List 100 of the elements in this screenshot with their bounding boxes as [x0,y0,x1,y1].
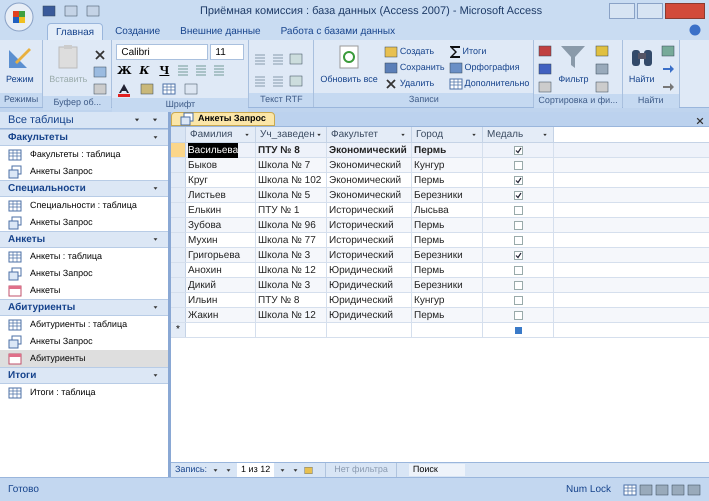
table-cell-text: Березники [414,278,463,292]
table-cell-text: Экономический [329,174,402,188]
ribbon-button[interactable]: Сохранить [384,60,445,76]
datasheet-view-icon[interactable] [623,482,637,496]
ribbon-button[interactable]: Дополнительно [448,76,530,92]
checkbox[interactable] [514,190,522,200]
table-cell-text: Лысьва [414,204,449,218]
align-left-icon[interactable] [176,63,190,77]
table-cell-text: Школа № 7 [258,158,310,172]
align-right-icon[interactable] [212,63,226,77]
checkbox[interactable] [514,160,522,170]
align-center-icon[interactable] [194,63,208,77]
table-cell-text: Юридический [329,264,393,278]
clipboard-icon [56,44,80,70]
checkmark-icon [514,252,522,258]
checkbox[interactable] [514,236,522,244]
table-cell-text: Пермь [414,264,444,278]
table-cell-text: Кунгур [414,158,444,172]
status-indicator: Num Lock [566,483,611,497]
ribbon-group-label: Сортировка и фи... [534,94,622,108]
maximize-button[interactable] [637,3,663,19]
ribbon-button[interactable]: Фильтр [556,44,591,94]
font-color-icon[interactable] [116,82,132,98]
checkbox[interactable] [514,296,522,304]
help-icon[interactable] [689,24,701,36]
ribbon-group-label: Записи [314,93,534,107]
table-icon[interactable] [8,318,22,332]
table-cell-text: Пермь [414,218,444,232]
table-cell-text: Мухин [188,234,218,248]
nav-item[interactable]: Абитуриенты [0,350,168,367]
delete-icon[interactable] [384,77,398,91]
table-icon[interactable] [8,250,22,264]
table-cell-text: Пермь [414,174,444,188]
checkbox[interactable] [514,176,522,184]
ribbon-button[interactable]: Орфография [448,60,530,76]
status-text: Готово [8,483,40,497]
gridlines-icon[interactable] [162,82,176,96]
ribbon-group-label: Буфер об... [43,96,112,110]
goto-icon[interactable] [660,62,675,76]
table-icon[interactable] [448,77,463,91]
format-button[interactable]: К [136,63,152,79]
ribbon-button[interactable]: Режим [4,44,36,84]
checkbox[interactable] [514,220,522,230]
ribbon-button[interactable]: Найти [626,44,657,94]
font-size-field[interactable]: 11 [210,44,244,60]
format-button[interactable]: Ч [156,63,172,79]
minimize-button[interactable] [609,3,635,19]
table-cell-text: Исторический [329,218,394,232]
new-row-marker: * [176,325,180,335]
search-field[interactable]: Поиск [408,464,465,476]
table-cell-text: Быков [188,158,218,172]
indent-icon[interactable] [253,52,268,66]
sigma-icon [448,45,461,59]
numbered-list-icon[interactable] [271,74,286,88]
query-icon [8,266,22,280]
checkbox[interactable] [514,250,522,260]
ribbon-tab[interactable]: Главная [47,23,104,40]
close-button[interactable] [665,3,705,19]
ribbon-button[interactable]: Создать [384,44,445,60]
table-icon[interactable] [8,148,22,162]
record-position-field[interactable]: 1 из 12 [237,463,274,477]
table-cell-text: Школа № 12 [258,308,316,322]
ribbon-tab[interactable]: Создание [107,23,168,40]
table-cell-text: Березники [414,248,463,262]
table-cell-text: Листьев [188,188,226,202]
outdent-icon[interactable] [271,52,286,66]
table-cell-text: ПТУ № 8 [258,144,300,158]
scissors-icon[interactable] [93,48,108,62]
close-icon[interactable] [695,116,705,126]
checkmark-icon [514,146,522,154]
ribbon-button[interactable]: Удалить [384,76,445,92]
checkbox[interactable] [514,206,522,214]
table-cell-text: Жакин [188,308,218,322]
format-button[interactable]: Ж [116,63,132,79]
table-cell-text: Исторический [329,234,394,248]
bullet-list-icon[interactable] [253,74,268,88]
checkmark-icon [514,192,522,198]
table-icon[interactable] [8,198,22,212]
checkbox[interactable] [514,310,522,320]
table-cell-text: Зубова [188,218,222,232]
font-name-field[interactable]: Calibri [116,44,208,60]
funnel-icon [560,44,586,70]
record-label: Запись: [175,463,208,476]
table-icon[interactable] [8,386,22,400]
checkbox[interactable] [514,146,522,154]
checkbox[interactable] [514,280,522,290]
table-cell-text: Экономический [329,188,402,202]
checkbox[interactable] [514,266,522,274]
cursor-icon[interactable] [660,80,675,94]
refresh-icon [338,44,360,70]
table-cell-text: Школа № 12 [258,264,316,278]
table-cell-text: Ильин [188,294,218,308]
table-cell-text: Пермь [414,234,444,248]
ribbon-tab[interactable]: Внешние данные [172,23,269,40]
document-tab[interactable]: Анкеты Запрос [171,112,275,126]
ribbon-button[interactable]: Обновить все [318,44,380,92]
ribbon-button[interactable]: Итоги [448,44,530,60]
ribbon-tab[interactable]: Работа с базами данных [272,23,404,40]
table-cell-text: Школа № 3 [258,278,310,292]
table-cell-text: Школа № 3 [258,248,310,262]
